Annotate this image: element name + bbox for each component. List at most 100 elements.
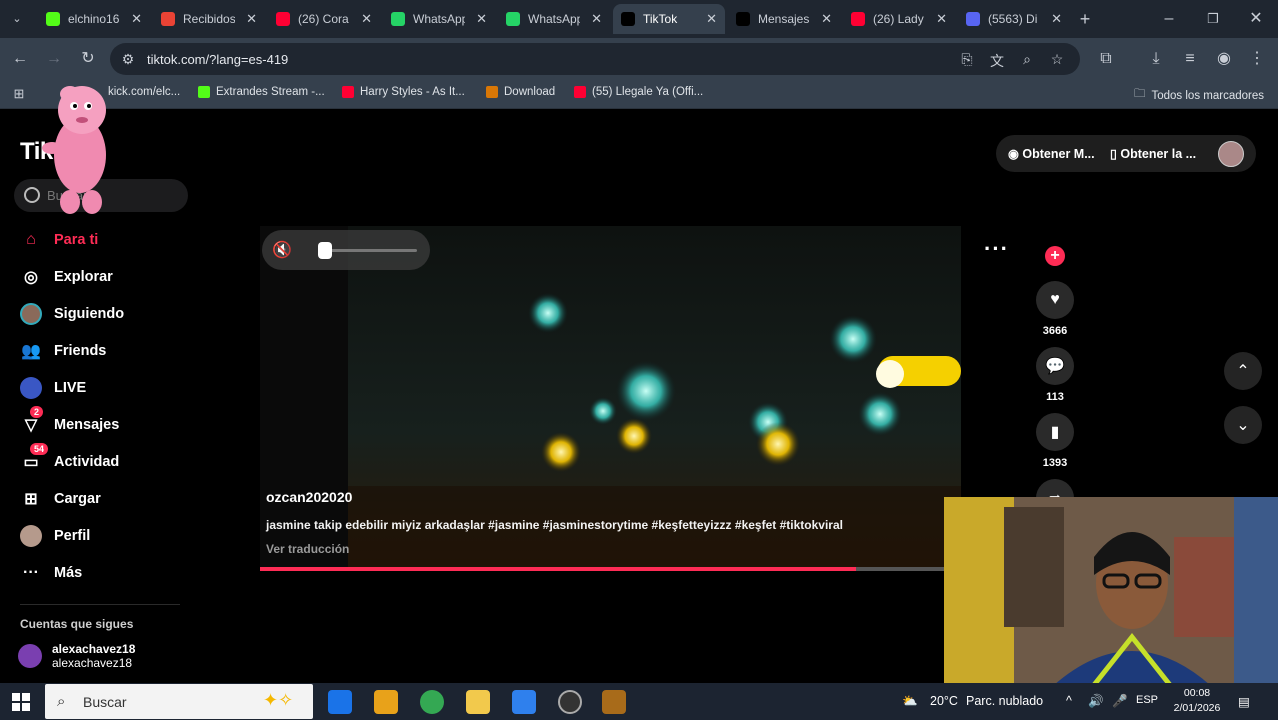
tab-5[interactable]: WhatsApp ✕ — [498, 4, 610, 34]
get-app-button[interactable]: ▯ Obtener la ... — [1110, 146, 1196, 161]
league-icon[interactable] — [602, 690, 626, 714]
file-explorer-icon[interactable] — [466, 690, 490, 714]
nav-item-actividad[interactable]: ▭ 54 Actividad — [20, 443, 119, 475]
profile-avatar-icon[interactable]: ◉ — [1215, 50, 1233, 68]
tab-7[interactable]: Mensajes ✕ — [728, 4, 840, 34]
store-icon[interactable] — [512, 690, 536, 714]
whatsapp-icon — [391, 12, 405, 26]
nav-item-explorar[interactable]: ◎ Explorar — [20, 264, 113, 290]
nav-item-perfil[interactable]: Perfil — [20, 523, 90, 549]
get-m-label: Obtener M... — [1022, 147, 1095, 161]
site-settings-icon[interactable]: ⚙ — [119, 51, 137, 68]
obs-icon[interactable] — [558, 690, 582, 714]
bookmark-item[interactable]: Extrandes Stream -... — [198, 86, 325, 98]
tab-close-icon[interactable]: ✕ — [131, 11, 142, 27]
follow-plus-icon[interactable]: + — [1045, 246, 1065, 266]
minimize-icon[interactable]: – — [1160, 10, 1178, 28]
volume-tray-icon[interactable]: 🔊 — [1088, 694, 1104, 709]
zoom-icon[interactable]: ⌕ — [1018, 51, 1036, 68]
back-icon[interactable]: ← — [11, 50, 29, 68]
volume-control[interactable]: 🔇 — [262, 230, 430, 270]
nav-item-friends[interactable]: 👥 Friends — [20, 338, 106, 364]
tab-close-icon[interactable]: ✕ — [361, 11, 372, 27]
restore-icon[interactable]: ❐ — [1204, 10, 1222, 28]
tab-1[interactable]: elchino16 ✕ — [38, 4, 150, 34]
volume-slider[interactable] — [322, 249, 417, 252]
user-avatar[interactable] — [1218, 141, 1244, 167]
nav-item-siguiendo[interactable]: Siguiendo — [20, 301, 124, 327]
apps-grid-icon[interactable]: ⊞ — [10, 85, 28, 103]
bookmark-item[interactable]: (55) Llegale Ya (Offi... — [574, 86, 703, 98]
video-author[interactable]: ozcan202020 — [266, 489, 352, 505]
taskbar-search[interactable]: ⌕ Buscar ✦✧ — [45, 684, 313, 719]
all-bookmarks[interactable]: 🗀 Todos los marcadores — [1134, 86, 1264, 105]
tab-close-icon[interactable]: ✕ — [476, 11, 487, 27]
browser-toolbar: ← → ↻ ⚙ tiktok.com/?lang=es-419 ⎘ 文 ⌕ ☆ … — [0, 38, 1278, 80]
speaker-muted-icon[interactable]: 🔇 — [272, 240, 292, 260]
menu-kebab-icon[interactable]: ⋮ — [1248, 50, 1266, 68]
followed-account[interactable]: alexachavez18 alexachavez18 — [18, 642, 135, 670]
tab-close-icon[interactable]: ✕ — [591, 11, 602, 27]
windows-start-icon[interactable] — [12, 693, 30, 711]
nav-item-para-ti[interactable]: ⌂ Para ti — [20, 227, 98, 253]
weather-temp[interactable]: 20°C — [930, 694, 958, 708]
messages-badge: 2 — [30, 406, 44, 418]
notifications-icon[interactable]: ▤ — [1238, 694, 1250, 709]
tab-close-icon[interactable]: ✕ — [706, 11, 717, 27]
tray-chevron-icon[interactable]: ^ — [1066, 694, 1072, 708]
mic-icon[interactable]: 🎤 — [1112, 694, 1128, 709]
tab-6[interactable]: TikTok ✕ — [613, 4, 725, 34]
webcam-overlay — [944, 497, 1278, 685]
see-translation-link[interactable]: Ver traducción — [266, 542, 349, 556]
translate-icon[interactable]: 文 — [988, 51, 1006, 71]
youtube-icon — [851, 12, 865, 26]
download-icon[interactable]: ⤓ — [1147, 50, 1165, 68]
volume-slider-handle[interactable] — [318, 242, 332, 259]
outlook-icon[interactable] — [328, 690, 352, 714]
forward-icon[interactable]: → — [45, 50, 63, 68]
language-indicator[interactable]: ESP — [1136, 694, 1158, 706]
weather-desc[interactable]: Parc. nublado — [966, 694, 1043, 708]
extensions-icon[interactable]: ⧉ — [1097, 50, 1115, 68]
more-options-icon[interactable]: ··· — [984, 236, 1009, 262]
like-button[interactable]: ♥ — [1036, 281, 1074, 319]
save-button[interactable]: ▮ — [1036, 413, 1074, 451]
previous-video-button[interactable]: ⌃ — [1224, 352, 1262, 390]
tab-close-icon[interactable]: ✕ — [821, 11, 832, 27]
bookmark-star-icon[interactable]: ☆ — [1048, 51, 1066, 68]
next-video-button[interactable]: ⌄ — [1224, 406, 1262, 444]
nav-item-cargar[interactable]: ⊞ Cargar — [20, 486, 100, 512]
tab-close-icon[interactable]: ✕ — [246, 11, 257, 27]
video-progress-bar[interactable] — [260, 567, 945, 571]
get-m-button[interactable]: ◉ Obtener M... — [1008, 146, 1095, 161]
clock[interactable]: 00:08 2/01/2026 — [1170, 686, 1224, 716]
nav-item-live[interactable]: LIVE — [20, 375, 86, 401]
tab-strip: ⌄ elchino16 ✕ Recibidos ✕ (26) Cora ✕ WhatsApp… — [0, 0, 1278, 38]
address-bar[interactable]: ⚙ tiktok.com/?lang=es-419 ⎘ 文 ⌕ ☆ — [110, 43, 1080, 75]
tab-4[interactable]: WhatsApp ✕ — [383, 4, 495, 34]
tab-close-icon[interactable]: ✕ — [936, 11, 947, 27]
all-bookmarks-label: Todos los marcadores — [1151, 89, 1265, 102]
account-name: alexachavez18 — [52, 642, 136, 656]
tab-8[interactable]: (26) Lady ✕ — [843, 4, 955, 34]
tab-2[interactable]: Recibidos ✕ — [153, 4, 265, 34]
nav-item-mas[interactable]: ··· Más — [20, 560, 82, 586]
gmail-icon — [161, 12, 175, 26]
chrome-icon[interactable] — [420, 690, 444, 714]
tab-search-chevron-icon[interactable]: ⌄ — [8, 10, 26, 28]
new-tab-plus-icon[interactable]: + — [1076, 10, 1094, 28]
whatsapp-icon — [506, 12, 520, 26]
install-app-icon[interactable]: ⎘ — [958, 51, 976, 68]
close-window-icon[interactable]: ✕ — [1247, 10, 1265, 28]
nav-item-mensajes[interactable]: ▽ 2 Mensajes — [20, 406, 119, 438]
media-control-icon[interactable]: ≡ — [1181, 50, 1199, 68]
reload-icon[interactable]: ↻ — [79, 50, 97, 68]
tab-3[interactable]: (26) Cora ✕ — [268, 4, 380, 34]
award-icon[interactable] — [374, 690, 398, 714]
bookmark-item[interactable]: Download — [486, 86, 555, 98]
following-title: Cuentas que sigues — [20, 617, 134, 631]
comment-button[interactable]: 💬 — [1036, 347, 1074, 385]
tab-close-icon[interactable]: ✕ — [1051, 11, 1062, 27]
bookmark-item[interactable]: Harry Styles - As It... — [342, 86, 465, 98]
tab-9[interactable]: (5563) Di ✕ — [958, 4, 1070, 34]
